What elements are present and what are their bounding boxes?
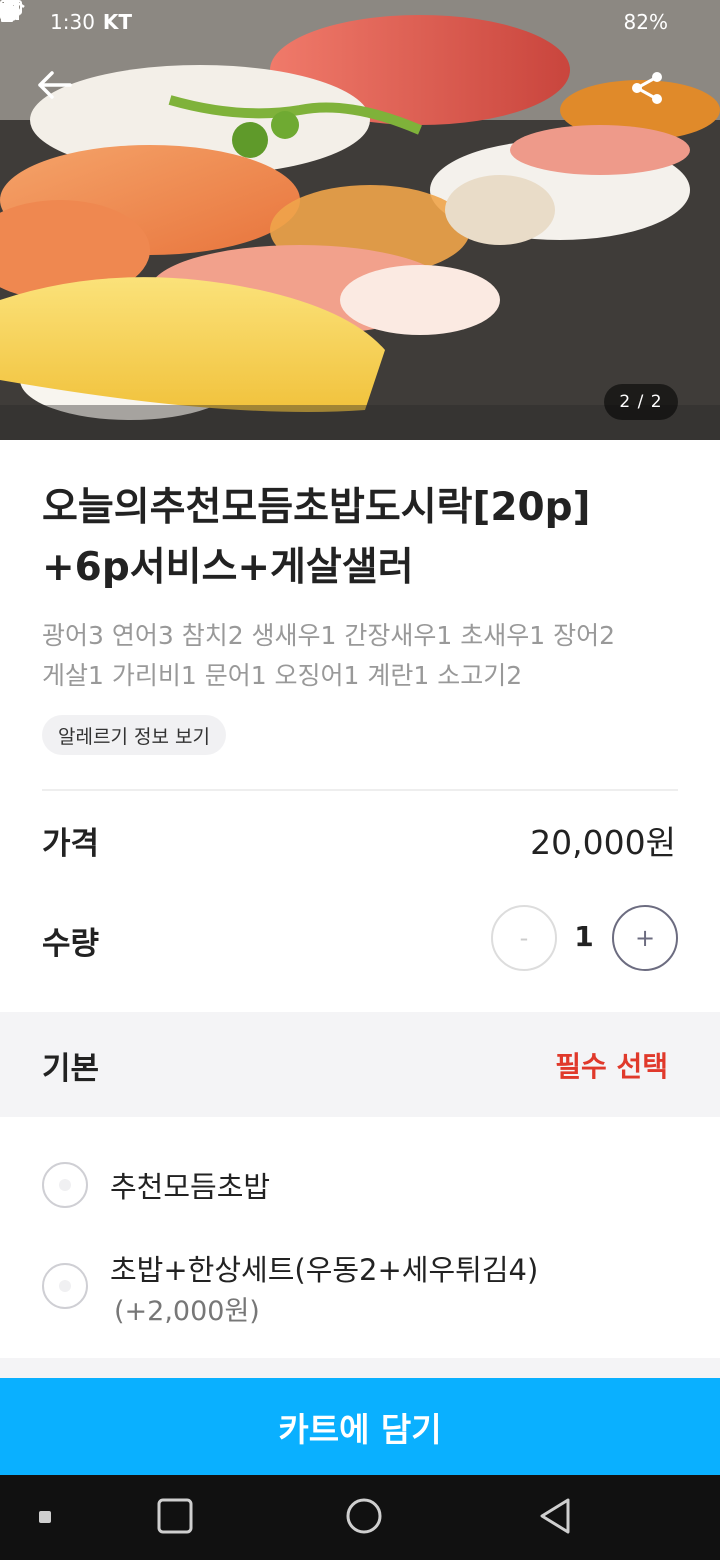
status-time: 1:30 (50, 10, 95, 34)
back-button[interactable] (36, 70, 90, 118)
radio-dot (59, 1280, 71, 1292)
product-title-line2: +6p서비스+게살샐러 (42, 545, 414, 590)
radio-dot (59, 1179, 71, 1191)
image-page-indicator: 2 / 2 (604, 384, 678, 420)
recents-icon (157, 1498, 193, 1538)
quantity-decrease-button[interactable]: - (491, 905, 557, 971)
status-bar: 1:30 KT 82% (0, 0, 720, 44)
quantity-increase-button[interactable]: + (612, 905, 678, 971)
quantity-label: 수량 (42, 926, 100, 962)
sushi-photo (0, 0, 720, 440)
plus-label: + (634, 924, 656, 952)
price-label: 가격 (42, 826, 100, 862)
option-section-title: 기본 (42, 1051, 100, 1087)
option-price: (+2,000원) (114, 1296, 260, 1327)
nav-recents-button[interactable] (140, 1475, 210, 1560)
quantity-value: 1 (574, 920, 594, 953)
battery-percent: 82% (623, 10, 668, 34)
nav-menu-button[interactable] (20, 1475, 70, 1560)
minus-label: - (519, 924, 529, 952)
add-to-cart-button[interactable]: 카트에 담기 (0, 1378, 720, 1475)
required-badge: 필수 선택 (555, 1050, 668, 1083)
price-value: 20,000원 (530, 823, 676, 862)
option-label: 초밥+한상세트(우동2+세우튀김4) (110, 1253, 539, 1287)
allergy-info-button[interactable]: 알레르기 정보 보기 (42, 715, 226, 755)
small-square-icon (39, 1508, 51, 1527)
product-description-line2: 게살1 가리비1 문어1 오징어1 계란1 소고기2 (42, 661, 523, 690)
nav-back-button[interactable] (520, 1475, 590, 1560)
product-description: 광어3 연어3 참치2 생새우1 간장새우1 초새우1 장어2 게살1 가리비1… (42, 616, 682, 696)
section-spacer (0, 1358, 720, 1380)
product-title-line1: 오늘의추천모듬초밥도시락[20p] (42, 485, 591, 530)
option-label: 추천모듬초밥 (110, 1170, 271, 1204)
product-description-line1: 광어3 연어3 참치2 생새우1 간장새우1 초새우1 장어2 (42, 621, 616, 650)
nav-home-button[interactable] (328, 1475, 400, 1560)
home-circle-icon (345, 1497, 383, 1539)
product-title: 오늘의추천모듬초밥도시락[20p] +6p서비스+게살샐러 (42, 478, 682, 598)
radio-button[interactable] (42, 1263, 88, 1309)
product-image[interactable]: 1:30 KT 82% 2 / 2 (0, 0, 720, 440)
divider (42, 789, 678, 791)
share-button[interactable] (630, 70, 684, 118)
system-nav-bar (0, 1475, 720, 1560)
back-triangle-icon (538, 1497, 572, 1539)
status-carrier: KT (102, 10, 133, 34)
radio-button[interactable] (42, 1162, 88, 1208)
